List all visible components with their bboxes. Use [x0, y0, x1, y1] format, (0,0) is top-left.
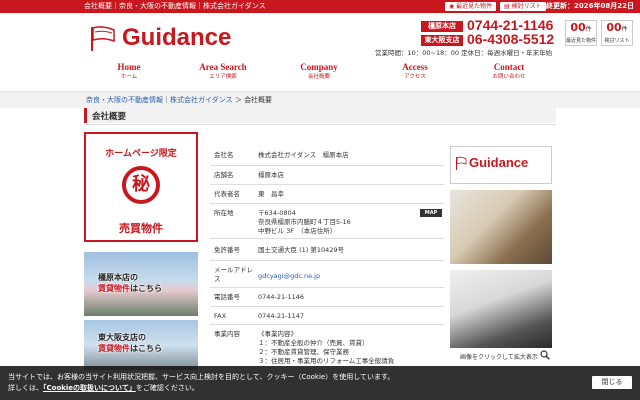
table-row: 所在地 〒634-0804 奈良県橿原市内膳町４丁目5-16 中野ビル 3F （本店… — [210, 204, 444, 239]
kashihara-rental-link[interactable]: 橿原本店の 賃貸物件はこちら — [84, 252, 198, 316]
cookie-policy-link[interactable]: 「Cookieの取扱いについて」 — [43, 384, 136, 392]
breadcrumb-link-company[interactable]: 株式会社ガイダンス — [170, 96, 233, 104]
map-button[interactable]: MAP — [420, 209, 442, 217]
close-button[interactable]: 閉じる — [592, 376, 632, 389]
review-list-counter[interactable]: 00件 検討リスト — [601, 20, 633, 46]
gallery-image-signboard[interactable]: Guidance — [450, 146, 552, 184]
main-nav: Home ホーム Area Search エリア検索 Company 会社概要 Acc… — [84, 62, 554, 84]
email-link[interactable]: gdcyagi@gdc.ne.jp — [258, 272, 320, 280]
site-logo[interactable]: Guidance — [88, 22, 232, 54]
table-row: FAX 0744-21-1147 — [210, 307, 444, 325]
page-title: 会社概要 — [84, 108, 556, 123]
exclusive-sales-banner[interactable]: ホームページ限定 秘 売買物件 — [84, 132, 198, 242]
nav-access[interactable]: Access アクセス — [370, 62, 460, 81]
last-updated: 最終更新：2026年08月22日 — [539, 2, 634, 10]
table-row: メールアドレス gdcyagi@gdc.ne.jp — [210, 261, 444, 288]
business-hours: 営業時間：10：00~18：00 定休日：毎週水曜日・年末年始 — [375, 49, 553, 57]
breadcrumb-link-top[interactable]: 奈良・大阪の不動産情報 — [86, 96, 163, 104]
gallery-image-office[interactable] — [450, 190, 552, 264]
breadcrumb: 奈良・大阪の不動産情報｜株式会社ガイダンス ＞ 会社概要 — [86, 96, 273, 104]
nav-area-search[interactable]: Area Search エリア検索 — [178, 62, 268, 81]
top-links[interactable]: 会社概要｜奈良・大阪の不動産情報｜株式会社ガイダンス — [84, 0, 266, 13]
flag-logo-icon — [456, 156, 467, 170]
flag-logo-icon — [91, 26, 115, 51]
magnifier-icon[interactable] — [540, 350, 550, 360]
cookie-notice: 当サイトでは、お客様の当サイト利用状況把握、サービス向上検討を目的として、クッキ… — [0, 366, 640, 400]
table-row: 電話番号 0744-21-1146 — [210, 288, 444, 307]
secret-mark-icon: 秘 — [122, 166, 160, 204]
breadcrumb-current: 会社概要 — [244, 96, 273, 104]
table-row: 免許番号 国土交通大臣 (1) 第10429号 — [210, 239, 444, 261]
higashiosaka-rental-link[interactable]: 東大阪支店の 賃貸物件はこちら — [84, 320, 198, 370]
gallery-image-meeting-room[interactable] — [450, 270, 552, 348]
list-icon: ▤ — [504, 3, 512, 10]
top-bar: 会社概要｜奈良・大阪の不動産情報｜株式会社ガイダンス ◉ 最近見た物件 ▤ 検討… — [0, 0, 640, 13]
nav-home[interactable]: Home ホーム — [84, 62, 174, 81]
nav-contact[interactable]: Contact お問い合わせ — [464, 62, 554, 81]
table-row: 会社名 株式会社ガイダンス 橿原本店 — [210, 146, 444, 166]
table-row: 店舗名 橿原本店 — [210, 166, 444, 185]
title-divider — [84, 124, 556, 125]
gallery-caption: 画像をクリックして拡大表示 — [460, 354, 538, 361]
recent-viewed-button[interactable]: ◉ 最近見た物件 — [445, 2, 497, 11]
nav-company[interactable]: Company 会社概要 — [274, 62, 364, 81]
logo-wordmark: Guidance — [122, 24, 232, 51]
table-row: 代表者名東 昌幸 — [210, 185, 444, 204]
recent-viewed-counter[interactable]: 00件 最近見た物件 — [565, 20, 597, 46]
